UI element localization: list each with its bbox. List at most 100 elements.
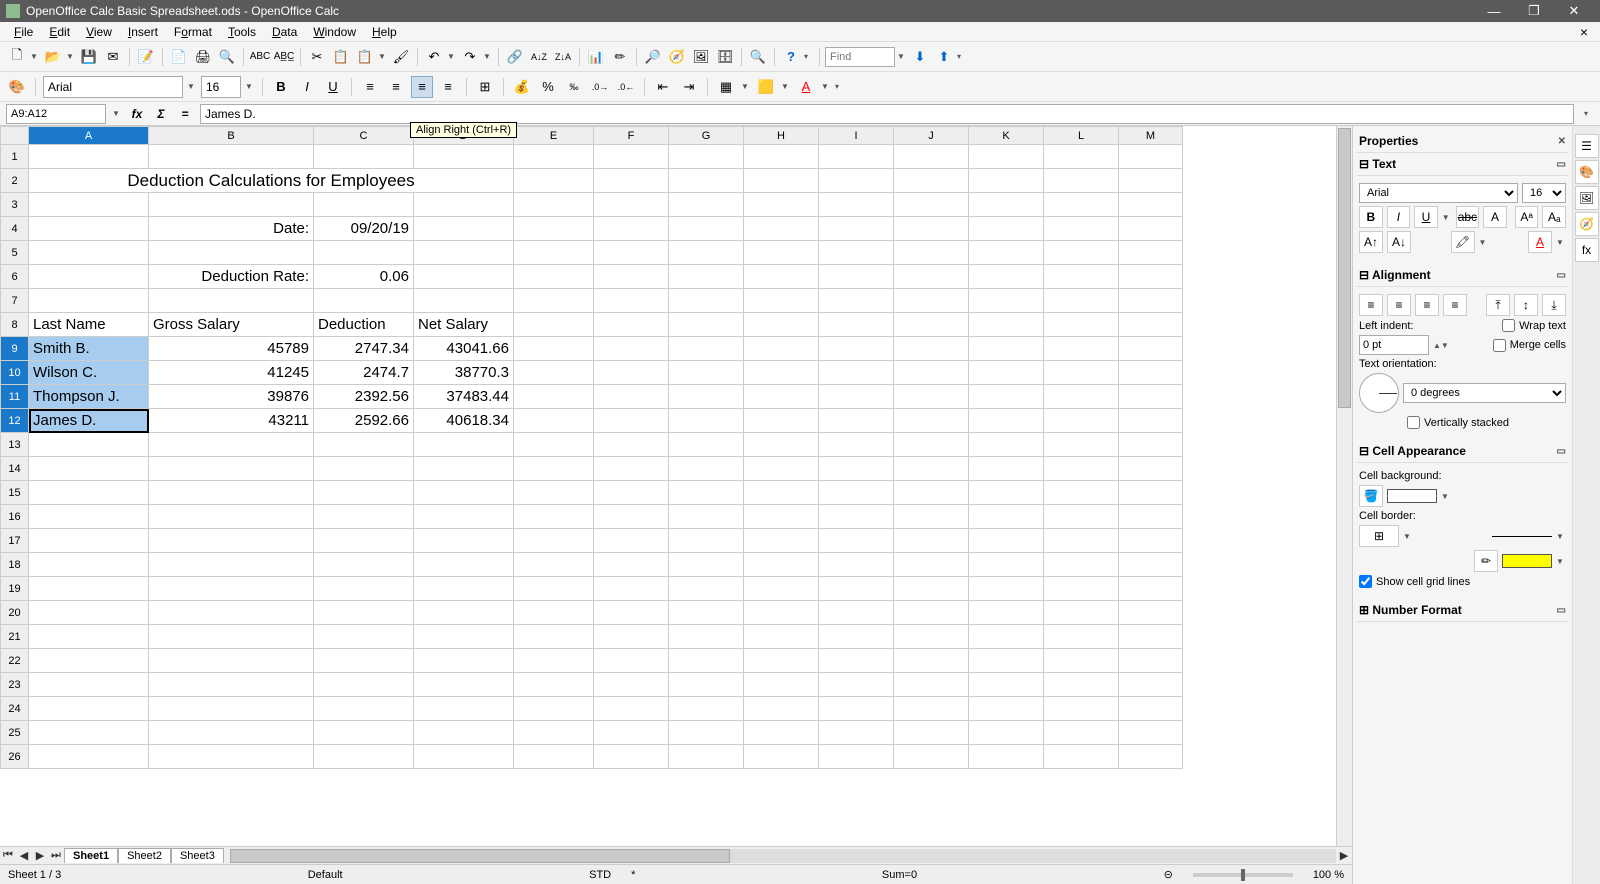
cell-M18[interactable] <box>1119 553 1183 577</box>
cell-A21[interactable] <box>29 625 149 649</box>
italic-icon[interactable]: I <box>296 76 318 98</box>
cell-L3[interactable] <box>1044 193 1119 217</box>
cell-A10[interactable]: Wilson C. <box>29 361 149 385</box>
cell-J22[interactable] <box>894 649 969 673</box>
cell-A1[interactable] <box>29 145 149 169</box>
cell-B5[interactable] <box>149 241 314 265</box>
row-header-22[interactable]: 22 <box>1 649 29 673</box>
cell-C13[interactable] <box>314 433 414 457</box>
cell-F26[interactable] <box>594 745 669 769</box>
cell-J8[interactable] <box>894 313 969 337</box>
cell-B7[interactable] <box>149 289 314 313</box>
cell-L19[interactable] <box>1044 577 1119 601</box>
sheet-tab-Sheet3[interactable]: Sheet3 <box>171 848 224 863</box>
cell-L16[interactable] <box>1044 505 1119 529</box>
cell-I12[interactable] <box>819 409 894 433</box>
cell-E9[interactable] <box>514 337 594 361</box>
cell-A3[interactable] <box>29 193 149 217</box>
delete-decimal-icon[interactable]: .0← <box>615 76 637 98</box>
cell-G3[interactable] <box>669 193 744 217</box>
menu-data[interactable]: Data <box>264 23 305 41</box>
cell-background-dropdown[interactable]: ▼ <box>1441 492 1451 501</box>
cell-G23[interactable] <box>669 673 744 697</box>
cell-J25[interactable] <box>894 721 969 745</box>
cell-G20[interactable] <box>669 601 744 625</box>
styles-icon[interactable]: 🎨 <box>6 76 28 98</box>
cell-H6[interactable] <box>744 265 819 289</box>
cell-L8[interactable] <box>1044 313 1119 337</box>
standard-format-icon[interactable]: ‰ <box>563 76 585 98</box>
cell-K6[interactable] <box>969 265 1044 289</box>
cell-J12[interactable] <box>894 409 969 433</box>
cell-C1[interactable] <box>314 145 414 169</box>
cell-E1[interactable] <box>514 145 594 169</box>
cell-L6[interactable] <box>1044 265 1119 289</box>
sheet-tab-Sheet2[interactable]: Sheet2 <box>118 848 171 863</box>
cell-H19[interactable] <box>744 577 819 601</box>
cell-L21[interactable] <box>1044 625 1119 649</box>
help-icon[interactable]: ? <box>780 46 802 68</box>
cell-M6[interactable] <box>1119 265 1183 289</box>
cell-G10[interactable] <box>669 361 744 385</box>
row-header-2[interactable]: 2 <box>1 169 29 193</box>
percent-icon[interactable]: % <box>537 76 559 98</box>
row-header-14[interactable]: 14 <box>1 457 29 481</box>
cell-A13[interactable] <box>29 433 149 457</box>
cell-M20[interactable] <box>1119 601 1183 625</box>
cell-J13[interactable] <box>894 433 969 457</box>
menu-tools[interactable]: Tools <box>220 23 264 41</box>
sheet-prev-icon[interactable]: ◀ <box>16 849 32 862</box>
cell-A26[interactable] <box>29 745 149 769</box>
cell-I3[interactable] <box>819 193 894 217</box>
cell-B4[interactable]: Date: <box>149 217 314 241</box>
cell-K14[interactable] <box>969 457 1044 481</box>
horizontal-scroll-thumb[interactable] <box>230 849 730 863</box>
cell-I22[interactable] <box>819 649 894 673</box>
cell-C20[interactable] <box>314 601 414 625</box>
cell-M8[interactable] <box>1119 313 1183 337</box>
find-dropdown[interactable]: ▼ <box>897 52 907 61</box>
cell-E20[interactable] <box>514 601 594 625</box>
cell-M1[interactable] <box>1119 145 1183 169</box>
cell-L15[interactable] <box>1044 481 1119 505</box>
sidebar-italic-icon[interactable]: I <box>1387 206 1411 228</box>
cell-L25[interactable] <box>1044 721 1119 745</box>
sidebar-tab-functions-icon[interactable]: fx <box>1575 238 1599 262</box>
text-more-icon[interactable]: ▭ <box>1557 159 1566 170</box>
column-header-I[interactable]: I <box>819 127 894 145</box>
cell-I10[interactable] <box>819 361 894 385</box>
cell-C17[interactable] <box>314 529 414 553</box>
show-draw-functions-icon[interactable]: ✏ <box>609 46 631 68</box>
cell-B11[interactable]: 39876 <box>149 385 314 409</box>
borders-dropdown[interactable]: ▼ <box>741 82 751 91</box>
sidebar-tab-properties-icon[interactable]: ☰ <box>1575 134 1599 158</box>
cell-A15[interactable] <box>29 481 149 505</box>
cell-G17[interactable] <box>669 529 744 553</box>
cell-C6[interactable]: 0.06 <box>314 265 414 289</box>
cell-J5[interactable] <box>894 241 969 265</box>
border-style-dropdown[interactable]: ▼ <box>1556 532 1566 541</box>
cell-F21[interactable] <box>594 625 669 649</box>
cell-M14[interactable] <box>1119 457 1183 481</box>
sidebar-superscript-icon[interactable]: Aᵃ <box>1515 206 1539 228</box>
cell-A18[interactable] <box>29 553 149 577</box>
cell-K20[interactable] <box>969 601 1044 625</box>
cell-F6[interactable] <box>594 265 669 289</box>
cell-C9[interactable]: 2747.34 <box>314 337 414 361</box>
sheet-first-icon[interactable]: ⏮ <box>0 849 16 862</box>
sidebar-align-bottom-icon[interactable]: ⤓ <box>1542 294 1566 316</box>
print-preview-icon[interactable]: 🔍 <box>216 46 238 68</box>
cell-F3[interactable] <box>594 193 669 217</box>
cell-E17[interactable] <box>514 529 594 553</box>
cell-C4[interactable]: 09/20/19 <box>314 217 414 241</box>
cell-E23[interactable] <box>514 673 594 697</box>
cell-D7[interactable] <box>414 289 514 313</box>
cell-B26[interactable] <box>149 745 314 769</box>
row-header-6[interactable]: 6 <box>1 265 29 289</box>
cell-K13[interactable] <box>969 433 1044 457</box>
cell-D11[interactable]: 37483.44 <box>414 385 514 409</box>
cell-H18[interactable] <box>744 553 819 577</box>
auto-spellcheck-icon[interactable]: AB̲C̲ <box>273 46 295 68</box>
menu-window[interactable]: Window <box>305 23 364 41</box>
save-icon[interactable]: 💾 <box>78 46 100 68</box>
